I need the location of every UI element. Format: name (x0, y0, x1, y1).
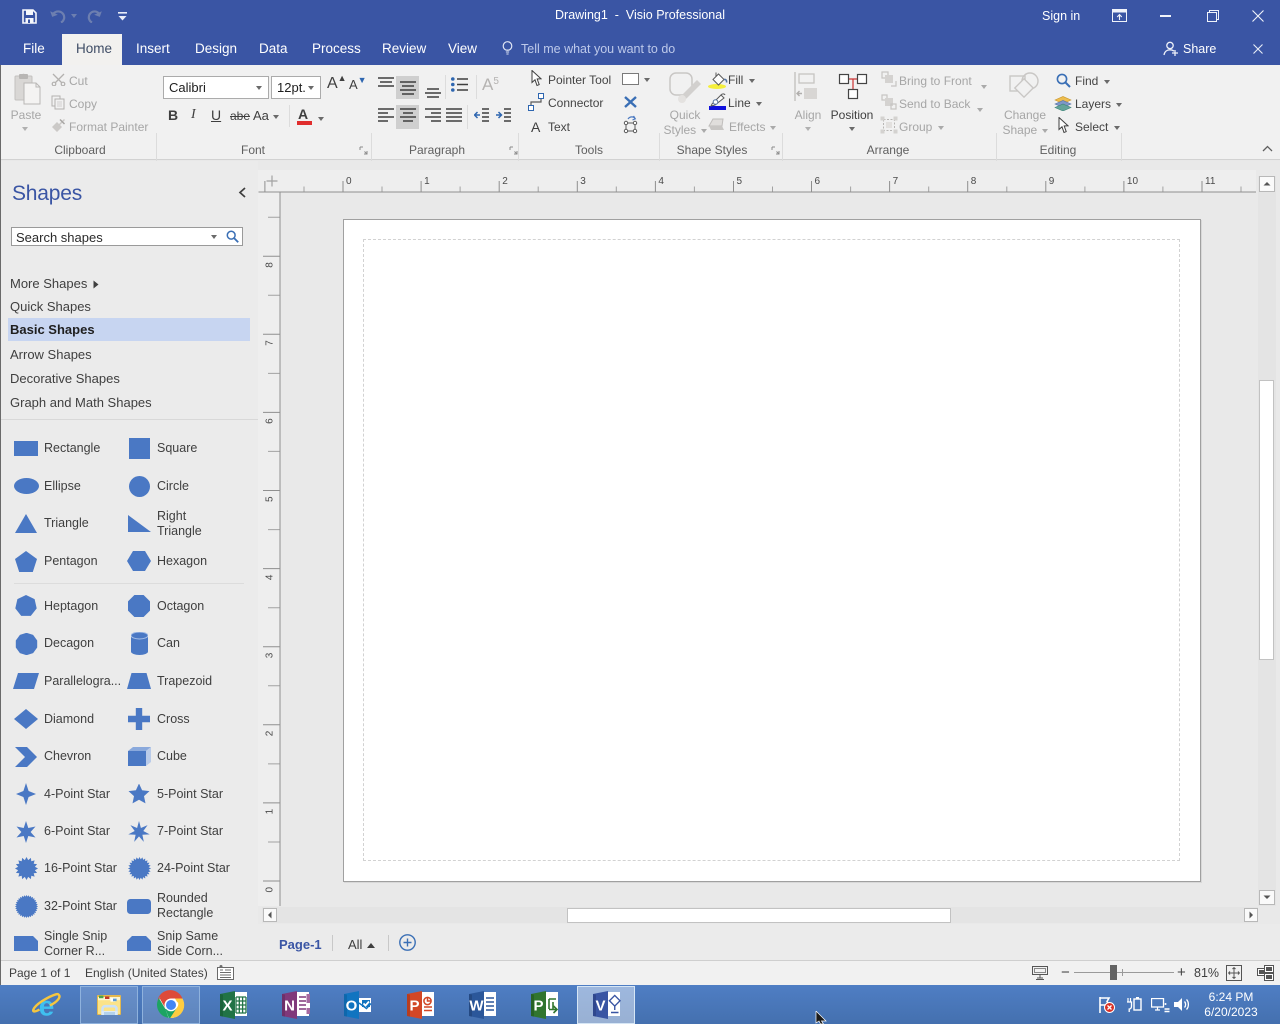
svg-text:V: V (595, 998, 605, 1015)
svg-text:N: N (284, 998, 295, 1015)
svg-text:P: P (533, 998, 543, 1015)
svg-text:P: P (409, 998, 419, 1015)
svg-text:W: W (469, 998, 484, 1015)
svg-text:X: X (222, 998, 232, 1015)
svg-text:O: O (346, 998, 358, 1015)
